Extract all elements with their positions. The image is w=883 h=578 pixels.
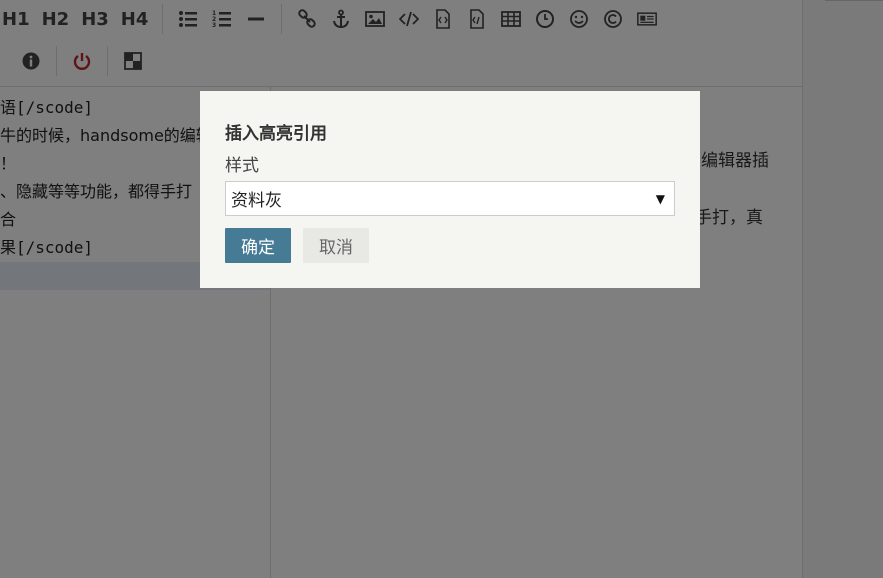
dropdown-caret-icon: ▼ [655,192,665,206]
style-label: 样式 [225,156,259,176]
style-select-value: 资料灰 [231,191,282,211]
dialog-title: 插入高亮引用 [225,124,327,144]
editor-app: H1 H2 H3 H4 123 [0,0,883,578]
confirm-button[interactable]: 确定 [225,228,291,263]
cancel-button[interactable]: 取消 [303,228,369,263]
modal-overlay[interactable] [0,0,883,578]
style-select[interactable]: 资料灰 ▼ [225,181,675,216]
insert-highlight-quote-dialog: 插入高亮引用 样式 资料灰 ▼ 确定 取消 [200,91,700,288]
